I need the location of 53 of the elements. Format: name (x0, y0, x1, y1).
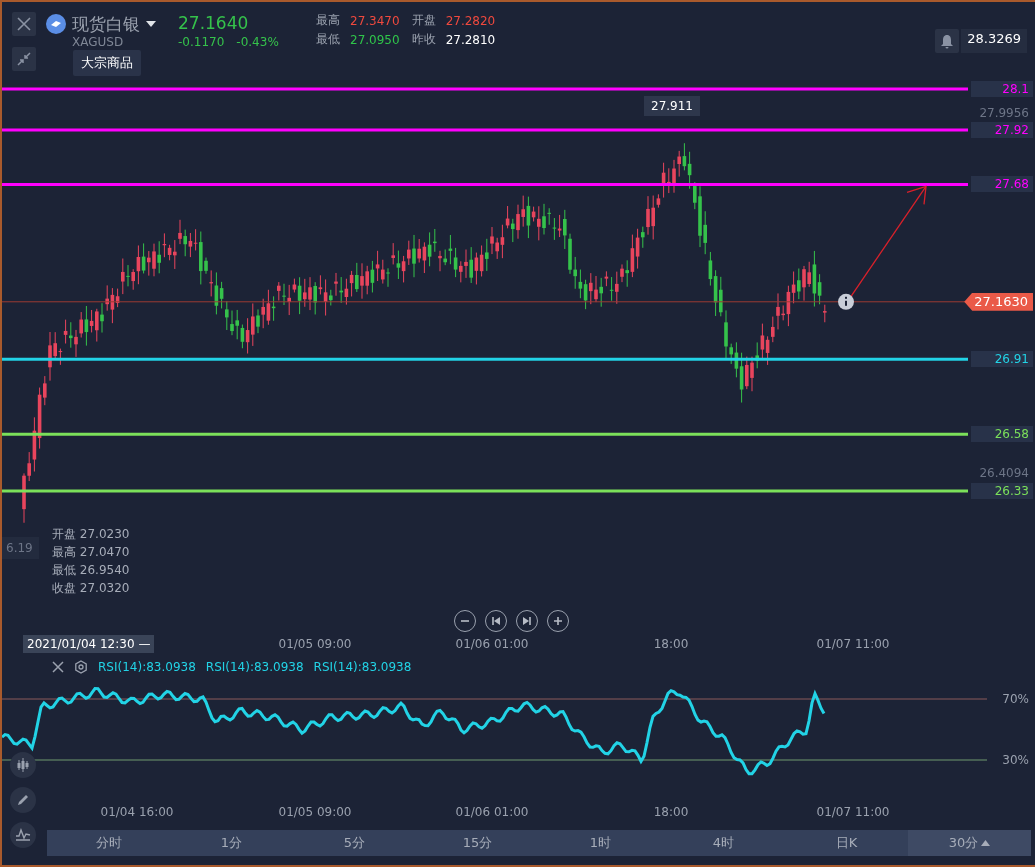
current-price-tag: 27.1630 (964, 292, 1033, 311)
quote-label: 开盘 (411, 12, 436, 29)
percent-change: -0.43% (236, 34, 279, 50)
ohlc-line: 开盘 27.0230 (52, 526, 130, 542)
time-axis-label: 01/06 01:00 (455, 805, 529, 819)
ohlc-line: 最高 27.0470 (52, 544, 130, 560)
rsi-reading: RSI(14):83.0938 (98, 660, 196, 674)
quote-value: 27.3470 (350, 13, 400, 28)
quote-value: 27.2810 (445, 32, 496, 47)
timeframe-tab[interactable]: 日K (785, 830, 908, 856)
time-axis-label: 01/07 11:00 (816, 637, 890, 651)
level-price-tag: 26.33 (971, 482, 1033, 499)
level-price-tag: 28.1 (971, 81, 1033, 97)
quote-label: 最低 (316, 31, 340, 48)
time-axis-label: 18:00 (653, 805, 689, 819)
timeframe-tab[interactable]: 30分 (908, 830, 1031, 856)
level-price-tag: 26.91 (971, 351, 1033, 368)
axis-low-label: 26.4094 (979, 465, 1029, 480)
timeframe-tab[interactable]: 1时 (539, 830, 662, 856)
rsi-level-label: 70% (1002, 692, 1029, 706)
ohlc-line: 最低 26.9540 (52, 562, 130, 578)
time-axis-label: 01/06 01:00 (455, 637, 529, 651)
crosshair-time-label: 2021/01/04 12:30 — (23, 635, 155, 653)
rsi-reading: RSI(14):83.0938 (205, 660, 304, 674)
edge-price-label: 6.19 (2, 537, 39, 559)
time-axis-label: 01/05 09:00 (278, 637, 352, 651)
symbol-name[interactable]: 现货白银 (72, 13, 140, 35)
rsi-level-label: 30% (1002, 753, 1029, 767)
symbol-code: XAGUSD (72, 35, 125, 49)
price-change: -0.1170 (178, 34, 225, 50)
time-axis-label: 01/04 16:00 (100, 805, 174, 819)
timeframe-tab[interactable]: 1分 (170, 830, 293, 856)
timeframe-tab[interactable]: 15分 (416, 830, 539, 856)
level-price-tag: 27.92 (971, 121, 1033, 138)
last-price: 27.1640 (178, 12, 250, 34)
rsi-reading: RSI(14):83.0938 (313, 660, 412, 674)
level-price-tag: 27.68 (971, 176, 1033, 193)
peak-price-tooltip: 27.911 (644, 95, 700, 116)
category-tooltip: 大宗商品 (73, 50, 141, 76)
quote-label: 昨收 (411, 31, 436, 48)
level-price-tag: 26.58 (971, 426, 1033, 443)
timeframe-tab[interactable]: 5分 (293, 830, 416, 856)
alert-price: 28.3269 (961, 29, 1027, 53)
quote-label: 最高 (316, 12, 340, 29)
timeframe-tab[interactable]: 4时 (662, 830, 785, 856)
axis-high-label: 27.9956 (979, 105, 1029, 120)
timeframe-tab[interactable]: 分时 (47, 830, 170, 856)
quote-value: 27.2820 (445, 13, 496, 28)
time-axis-label: 01/05 09:00 (278, 805, 352, 819)
time-axis-label: 18:00 (653, 637, 689, 651)
ohlc-line: 收盘 27.0320 (52, 580, 130, 596)
quote-value: 27.0950 (350, 32, 400, 47)
time-axis-label: 01/07 11:00 (816, 805, 890, 819)
